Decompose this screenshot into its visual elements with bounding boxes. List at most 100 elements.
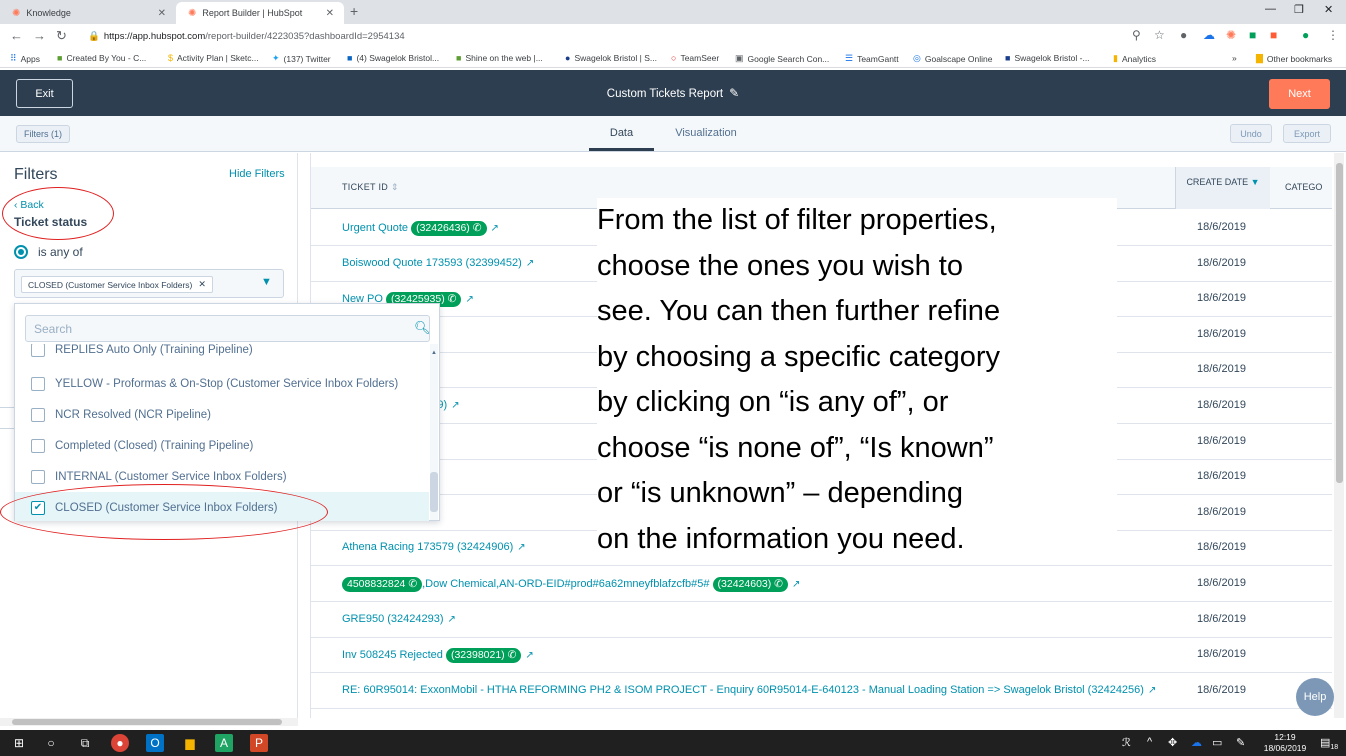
bookmark-item[interactable]: ● Swagelok Bristol | S... [565, 53, 657, 63]
bookmark-other[interactable]: ▇ Other bookmarks [1256, 53, 1332, 64]
external-link-icon[interactable]: ↗ [526, 258, 534, 269]
task-view-icon[interactable]: ⧉ [76, 734, 94, 752]
selected-values-select[interactable]: CLOSED (Customer Service Inbox Folders) ✕… [14, 269, 284, 298]
zoom-icon[interactable]: ⚲ [1132, 28, 1141, 42]
caret-down-icon[interactable]: ▼ [261, 276, 272, 288]
ticket-link[interactable]: GRE950 (32424293) ↗ [342, 613, 456, 625]
bookmark-item[interactable]: ■ Created By You - C... [57, 53, 146, 63]
tab-visualization[interactable]: Visualization [668, 127, 744, 139]
option-item[interactable]: Completed (Closed) (Training Pipeline) [15, 430, 429, 461]
option-item-selected[interactable]: ✔ CLOSED (Customer Service Inbox Folders) [15, 492, 429, 521]
reload-icon[interactable]: ↻ [56, 28, 67, 44]
close-window-icon[interactable]: ✕ [1324, 3, 1333, 16]
search-icon[interactable]: ○ [42, 734, 60, 752]
operator-is-any-of[interactable]: is any of [14, 245, 83, 259]
url-input[interactable]: 🔒 https://app.hubspot.com/report-builder/… [88, 28, 1148, 45]
dropdown-scrollbar[interactable] [430, 344, 438, 520]
new-tab-icon[interactable]: + [350, 3, 358, 19]
table-scrollbar[interactable] [1334, 153, 1344, 718]
back-link[interactable]: ‹ Back [14, 199, 44, 211]
app-icon[interactable]: A [215, 734, 233, 752]
scroll-thumb[interactable] [430, 472, 438, 512]
column-header-ticket-id[interactable]: TICKET ID ⇕ [342, 182, 399, 193]
bookmark-item[interactable]: ◎ Goalscape Online [913, 53, 992, 64]
network-icon[interactable]: ▭ [1212, 736, 1222, 749]
next-button[interactable]: Next [1269, 79, 1330, 109]
extension-icon[interactable]: ● [1180, 28, 1187, 42]
checkbox[interactable] [31, 376, 45, 391]
external-link-icon[interactable]: ↗ [491, 223, 499, 234]
extension-icon[interactable]: ☁ [1203, 28, 1215, 42]
ticket-link[interactable]: 4508832824 ✆ ,Dow Chemical,AN-ORD-EID#pro… [342, 577, 800, 592]
remove-chip-icon[interactable]: ✕ [198, 279, 206, 290]
export-button[interactable]: Export [1283, 124, 1331, 143]
bookmark-item[interactable]: ✦ (137) Twitter [272, 53, 331, 64]
checkbox[interactable] [31, 438, 45, 453]
browser-tab-knowledge[interactable]: ✺ Knowledge ✕ [0, 2, 176, 24]
profile-avatar-icon[interactable]: ● [1302, 28, 1309, 42]
column-header-category[interactable]: CATEGO [1285, 182, 1322, 192]
bookmarks-overflow-icon[interactable]: » [1232, 53, 1237, 63]
option-item[interactable]: REPLIES Auto Only (Training Pipeline) [15, 344, 429, 365]
bookmark-apps[interactable]: ⠿ Apps [10, 53, 40, 64]
ticket-link[interactable]: Urgent Quote (32426436) ✆ ↗ [342, 221, 499, 236]
scroll-up-icon[interactable]: ▲ [431, 350, 437, 356]
close-icon[interactable]: ✕ [158, 8, 166, 19]
extension-icon[interactable]: ■ [1249, 28, 1256, 42]
bookmark-item[interactable]: ■ Shine on the web |... [456, 53, 543, 63]
minimize-icon[interactable]: — [1265, 3, 1276, 15]
chrome-icon[interactable]: ● [111, 734, 129, 752]
people-icon[interactable]: ℛ [1122, 736, 1131, 749]
ticket-link[interactable]: RE: 60R95014: ExxonMobil - HTHA REFORMIN… [342, 684, 1156, 696]
back-icon[interactable]: ← [10, 28, 23, 43]
forward-icon[interactable]: → [33, 28, 46, 43]
powerpoint-icon[interactable]: P [250, 734, 268, 752]
tray-chevron-icon[interactable]: ^ [1147, 736, 1152, 748]
ticket-link[interactable]: Athena Racing 173579 (32424906) ↗ [342, 541, 526, 553]
external-link-icon[interactable]: ↗ [465, 294, 473, 305]
bookmark-item[interactable]: ☰ TeamGantt [845, 53, 899, 64]
scroll-thumb[interactable] [1336, 163, 1343, 483]
extension-icon[interactable]: ■ [1270, 28, 1277, 42]
external-link-icon[interactable]: ↗ [1148, 685, 1156, 696]
browser-tab-report-builder[interactable]: ✺ Report Builder | HubSpot ✕ [176, 2, 344, 24]
pencil-icon[interactable]: ✎ [729, 86, 739, 100]
external-link-icon[interactable]: ↗ [517, 542, 525, 553]
undo-button[interactable]: Undo [1230, 124, 1272, 143]
ticket-link[interactable]: Boiswood Quote 173593 (32399452) ↗ [342, 257, 534, 269]
bookmark-item[interactable]: ▮ Analytics [1113, 53, 1156, 64]
column-header-create-date[interactable]: CREATE DATE ▼ [1175, 167, 1270, 209]
system-clock[interactable]: 12:19 18/06/2019 [1262, 732, 1308, 754]
menu-dots-icon[interactable]: ⋮ [1327, 28, 1339, 42]
hubspot-extension-icon[interactable]: ✺ [1226, 28, 1236, 42]
bookmark-item[interactable]: $ Activity Plan | Sketc... [168, 53, 259, 63]
report-title[interactable]: Custom Tickets Report ✎ [0, 86, 1346, 100]
checkbox[interactable] [31, 407, 45, 422]
ticket-link[interactable]: Inv 508245 Rejected (32398021) ✆ ↗ [342, 648, 534, 664]
option-item[interactable]: INTERNAL (Customer Service Inbox Folders… [15, 461, 429, 492]
tab-data[interactable]: Data [589, 127, 654, 139]
external-link-icon[interactable]: ↗ [525, 650, 533, 661]
dropbox-icon[interactable]: ✥ [1168, 736, 1177, 749]
scroll-thumb[interactable] [12, 719, 282, 725]
checkbox[interactable] [31, 469, 45, 484]
external-link-icon[interactable]: ↗ [792, 579, 800, 590]
search-input[interactable]: Search 🔍︎ [25, 315, 431, 342]
option-item[interactable]: NCR Resolved (NCR Pipeline) [15, 399, 429, 430]
help-button[interactable]: Help [1296, 678, 1334, 716]
notifications-icon[interactable]: ▤18 [1320, 736, 1338, 751]
pen-icon[interactable]: ✎ [1236, 736, 1245, 749]
onedrive-icon[interactable]: ☁ [1191, 736, 1202, 749]
restore-icon[interactable]: ❐ [1294, 3, 1304, 16]
filters-toggle-button[interactable]: Filters (1) [16, 125, 70, 143]
bookmark-item[interactable]: ■ Swagelok Bristol -... [1005, 53, 1090, 63]
checkbox-checked-icon[interactable]: ✔ [31, 500, 45, 515]
close-icon[interactable]: ✕ [326, 8, 334, 19]
bookmark-item[interactable]: ▣ Google Search Con... [735, 53, 829, 64]
file-explorer-icon[interactable]: ▆ [181, 734, 199, 752]
outlook-icon[interactable]: O [146, 734, 164, 752]
filters-horizontal-scrollbar[interactable] [0, 718, 298, 726]
external-link-icon[interactable]: ↗ [451, 400, 459, 411]
hide-filters-link[interactable]: Hide Filters [229, 168, 285, 180]
checkbox[interactable] [31, 344, 45, 357]
